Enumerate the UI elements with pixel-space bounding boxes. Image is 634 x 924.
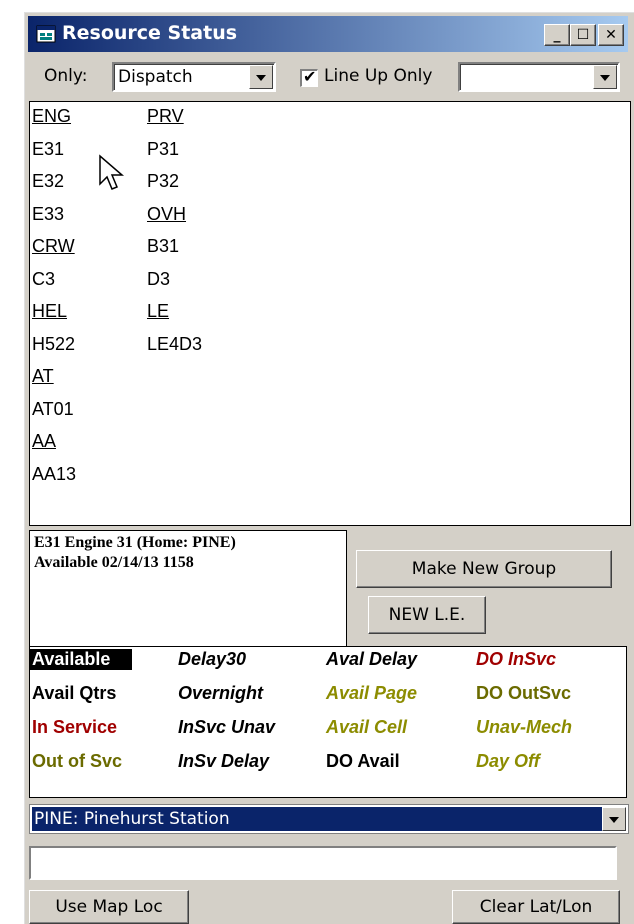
legend-item: InSvc Unav bbox=[178, 717, 276, 737]
resource-item[interactable]: E33 bbox=[32, 204, 64, 225]
secondary-dropdown[interactable] bbox=[458, 62, 620, 92]
lineup-only-label: Line Up Only bbox=[324, 66, 433, 86]
resource-group-header[interactable]: HEL bbox=[32, 301, 67, 322]
resource-item[interactable]: H522 bbox=[32, 334, 75, 355]
clear-lat-lon-button[interactable]: Clear Lat/Lon bbox=[452, 890, 620, 924]
make-new-group-button[interactable]: Make New Group bbox=[356, 550, 612, 588]
title-bar[interactable]: Resource Status _ ☐ ✕ bbox=[28, 16, 628, 52]
close-button[interactable]: ✕ bbox=[598, 24, 624, 46]
location-input[interactable] bbox=[29, 846, 617, 880]
resource-group-header[interactable]: CRW bbox=[32, 236, 75, 257]
legend-item: Available bbox=[30, 649, 133, 670]
resource-group-header[interactable]: LE bbox=[147, 301, 169, 322]
only-dropdown-value: Dispatch bbox=[118, 67, 193, 87]
resource-item[interactable]: P32 bbox=[147, 171, 179, 192]
resource-item[interactable]: E32 bbox=[32, 171, 64, 192]
legend-item: Day Off bbox=[476, 751, 540, 771]
resource-list[interactable]: ENG E31 E32 E33 CRW C3 HEL H522 AT AT01 AA AA13 PRV P… bbox=[29, 101, 631, 526]
legend-item: Aval Delay bbox=[326, 649, 418, 669]
legend-item: Avail Cell bbox=[326, 717, 408, 737]
legend-item: InSv Delay bbox=[178, 751, 270, 771]
maximize-button[interactable]: ☐ bbox=[570, 24, 596, 46]
chevron-down-icon[interactable] bbox=[593, 65, 617, 89]
legend-item: Avail Page bbox=[326, 683, 418, 703]
legend-item: Overnight bbox=[178, 683, 264, 703]
resource-item[interactable]: E31 bbox=[32, 139, 64, 160]
resource-item[interactable]: AA13 bbox=[32, 464, 76, 485]
app-icon bbox=[36, 25, 56, 43]
status-legend: Available Delay30 Aval Delay DO InSvc Avail … bbox=[29, 646, 627, 798]
legend-item: Avail Qtrs bbox=[32, 683, 117, 703]
legend-item: DO InSvc bbox=[476, 649, 557, 669]
resource-group-header[interactable]: PRV bbox=[147, 106, 184, 127]
resource-info-panel: E31 Engine 31 (Home: PINE) Available 02/… bbox=[29, 530, 347, 650]
minimize-button[interactable]: _ bbox=[544, 24, 570, 46]
chevron-down-icon[interactable] bbox=[249, 65, 273, 89]
new-le-button[interactable]: NEW L.E. bbox=[368, 596, 486, 634]
station-dropdown-value: PINE: Pinehurst Station bbox=[31, 806, 603, 832]
resource-group-header[interactable]: ENG bbox=[32, 106, 71, 127]
resource-group-header[interactable]: OVH bbox=[147, 204, 186, 225]
resource-item[interactable]: AT01 bbox=[32, 399, 74, 420]
only-label: Only: bbox=[44, 66, 88, 86]
maximize-icon: ☐ bbox=[576, 27, 590, 43]
only-dropdown[interactable]: Dispatch bbox=[112, 62, 276, 92]
resource-info-line2: Available 02/14/13 1158 bbox=[34, 554, 194, 571]
resource-group-header[interactable]: AT bbox=[32, 366, 54, 387]
legend-item: In Service bbox=[32, 717, 118, 737]
resource-item[interactable]: LE4D3 bbox=[147, 334, 202, 355]
window-title: Resource Status bbox=[62, 22, 238, 44]
legend-item: Unav-Mech bbox=[476, 717, 573, 737]
legend-item: DO OutSvc bbox=[476, 683, 572, 703]
chevron-down-icon[interactable] bbox=[602, 807, 626, 831]
legend-item: DO Avail bbox=[326, 751, 400, 771]
legend-item: Delay30 bbox=[178, 649, 247, 669]
resource-status-window: Resource Status _ ☐ ✕ Only: Dispatch Lin… bbox=[22, 10, 634, 924]
resource-item[interactable]: B31 bbox=[147, 236, 179, 257]
resource-info-line1: E31 Engine 31 (Home: PINE) bbox=[34, 534, 236, 551]
minimize-icon: _ bbox=[553, 27, 561, 43]
use-map-loc-button[interactable]: Use Map Loc bbox=[29, 890, 189, 924]
close-icon: ✕ bbox=[605, 27, 617, 43]
station-dropdown[interactable]: PINE: Pinehurst Station bbox=[29, 804, 629, 834]
resource-item[interactable]: P31 bbox=[147, 139, 179, 160]
legend-item: Out of Svc bbox=[32, 751, 123, 771]
mouse-cursor-icon bbox=[99, 154, 125, 190]
resource-item[interactable]: D3 bbox=[147, 269, 170, 290]
resource-item[interactable]: C3 bbox=[32, 269, 55, 290]
resource-group-header[interactable]: AA bbox=[32, 431, 56, 452]
lineup-only-checkbox[interactable] bbox=[300, 67, 318, 87]
